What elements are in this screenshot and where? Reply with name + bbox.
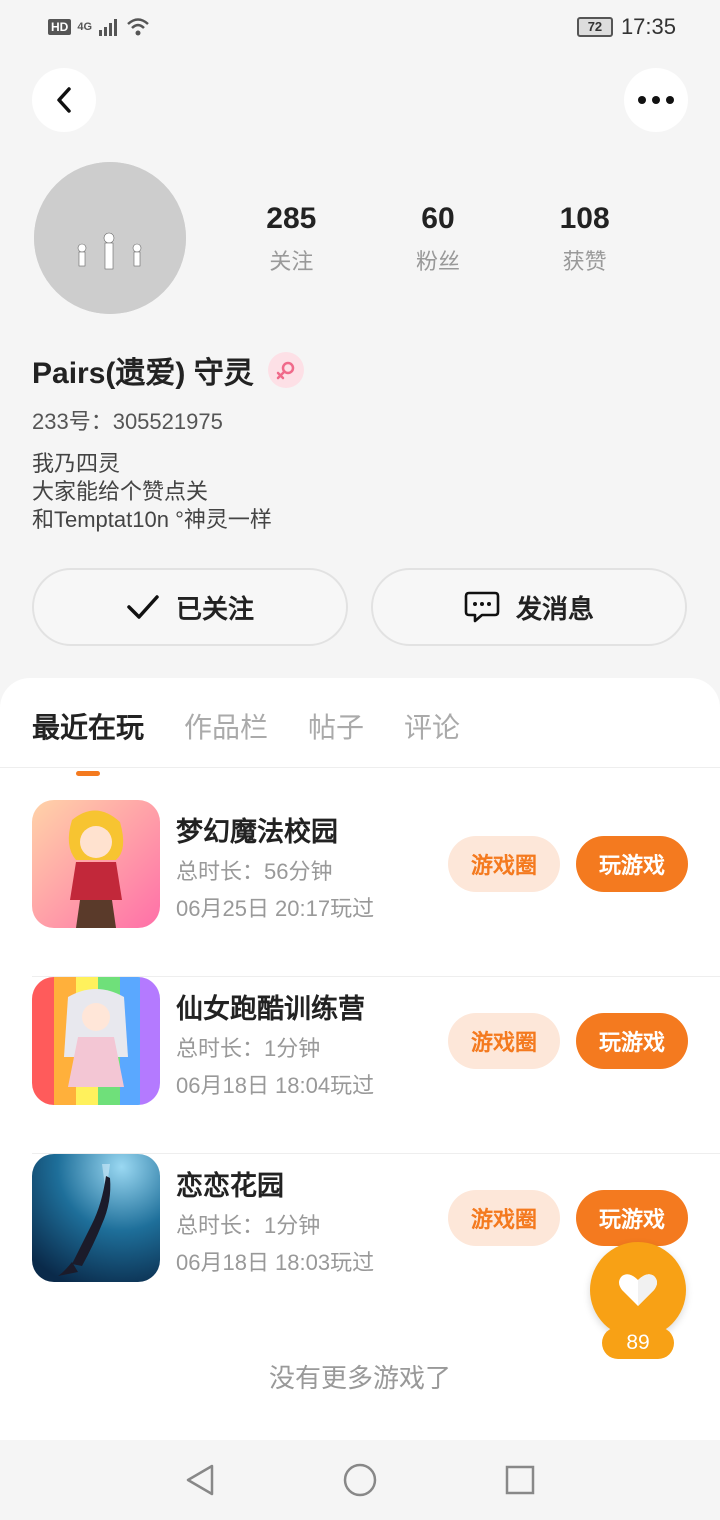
stat-label: 获赞 bbox=[562, 249, 607, 274]
female-gender-icon bbox=[267, 352, 304, 388]
system-nav-bar bbox=[0, 1440, 720, 1520]
chevron-left-icon bbox=[57, 87, 71, 113]
bio-line: 和Temptat10n °神灵一样 bbox=[32, 507, 272, 532]
no-more-games-text: 没有更多游戏了 bbox=[268, 1363, 451, 1393]
bio-line: 我乃四灵 bbox=[32, 451, 121, 476]
avatar[interactable] bbox=[34, 162, 186, 314]
tab-posts[interactable]: 帖子 bbox=[308, 706, 364, 760]
triangle-back-icon bbox=[186, 1464, 214, 1496]
tab-indicator bbox=[76, 771, 100, 776]
more-dots-icon bbox=[638, 96, 674, 104]
bio-line: 大家能给个赞点关 bbox=[32, 479, 209, 504]
back-button[interactable] bbox=[32, 68, 96, 132]
tab-bar: 最近在玩 作品栏 帖子 评论 bbox=[32, 706, 460, 776]
clock: 17:35 bbox=[620, 14, 676, 39]
play-game-button[interactable]: 玩游戏 bbox=[576, 836, 688, 892]
tab-label: 最近在玩 bbox=[32, 712, 145, 743]
profile-stats: 285 关注 60 粉丝 108 获赞 bbox=[218, 202, 658, 276]
tab-label: 评论 bbox=[404, 712, 461, 743]
wifi-icon bbox=[127, 18, 149, 36]
game-item[interactable]: 梦幻魔法校园 总时长：56分钟 06月25日 20:17玩过 游戏圈 玩游戏 bbox=[32, 800, 720, 977]
square-recents-icon bbox=[505, 1465, 535, 1495]
avatar-image bbox=[34, 162, 186, 314]
like-count: 89 bbox=[602, 1327, 674, 1359]
divider bbox=[0, 767, 720, 768]
stat-value: 60 bbox=[421, 202, 455, 235]
stat-value: 285 bbox=[266, 202, 317, 235]
circle-home-icon bbox=[343, 1463, 377, 1497]
game-duration: 总时长：1分钟 bbox=[176, 1036, 321, 1061]
game-circle-button[interactable]: 游戏圈 bbox=[448, 1190, 560, 1246]
game-last-played: 06月25日 20:17玩过 bbox=[176, 896, 375, 921]
follow-button[interactable]: 已关注 bbox=[32, 568, 348, 646]
message-label: 发消息 bbox=[515, 593, 594, 624]
tab-label: 作品栏 bbox=[184, 712, 269, 743]
stat-following[interactable]: 285 关注 bbox=[221, 202, 361, 276]
game-icon[interactable] bbox=[32, 1154, 160, 1282]
nav-recents-button[interactable] bbox=[500, 1460, 540, 1500]
tab-recently-played[interactable]: 最近在玩 bbox=[32, 706, 145, 776]
nav-home-button[interactable] bbox=[340, 1460, 380, 1500]
game-duration: 总时长：56分钟 bbox=[176, 859, 333, 884]
checkmark-icon bbox=[127, 595, 159, 619]
signal-icon bbox=[99, 19, 118, 36]
stat-likes[interactable]: 108 获赞 bbox=[515, 202, 655, 276]
game-last-played: 06月18日 18:03玩过 bbox=[176, 1250, 375, 1275]
game-title: 梦幻魔法校园 bbox=[176, 817, 338, 847]
play-game-button[interactable]: 玩游戏 bbox=[576, 1013, 688, 1069]
game-title: 恋恋花园 bbox=[176, 1171, 284, 1201]
game-item[interactable]: 仙女跑酷训练营 总时长：1分钟 06月18日 18:04玩过 游戏圈 玩游戏 bbox=[32, 977, 720, 1154]
follow-label: 已关注 bbox=[175, 593, 254, 624]
play-game-button[interactable]: 玩游戏 bbox=[576, 1190, 688, 1246]
like-button[interactable] bbox=[590, 1242, 686, 1338]
chat-bubble-icon bbox=[464, 591, 500, 623]
more-button[interactable] bbox=[624, 68, 688, 132]
game-circle-button[interactable]: 游戏圈 bbox=[448, 836, 560, 892]
stat-value: 108 bbox=[559, 202, 610, 235]
username-row: Pairs(遗爱) 守灵 bbox=[32, 348, 304, 392]
game-circle-button[interactable]: 游戏圈 bbox=[448, 1013, 560, 1069]
game-icon[interactable] bbox=[32, 977, 160, 1105]
stat-label: 关注 bbox=[269, 249, 314, 274]
username: Pairs(遗爱) 守灵 bbox=[32, 357, 254, 390]
game-last-played: 06月18日 18:04玩过 bbox=[176, 1073, 375, 1098]
bio: 我乃四灵 大家能给个赞点关 和Temptat10n °神灵一样 bbox=[32, 450, 272, 534]
message-button[interactable]: 发消息 bbox=[371, 568, 687, 646]
stat-followers[interactable]: 60 粉丝 bbox=[368, 202, 508, 276]
user-id: 233号：305521975 bbox=[32, 409, 223, 434]
heart-icon bbox=[619, 1274, 657, 1306]
game-title: 仙女跑酷训练营 bbox=[176, 994, 365, 1024]
game-icon[interactable] bbox=[32, 800, 160, 928]
tab-comments[interactable]: 评论 bbox=[404, 706, 460, 760]
network-indicator: 4G bbox=[77, 21, 93, 33]
tab-label: 帖子 bbox=[308, 712, 365, 743]
tab-works[interactable]: 作品栏 bbox=[184, 706, 268, 760]
nav-back-button[interactable] bbox=[180, 1460, 220, 1500]
stat-label: 粉丝 bbox=[415, 249, 460, 274]
game-duration: 总时长：1分钟 bbox=[176, 1213, 321, 1238]
status-bar: HD 4G 72 17:35 bbox=[0, 0, 720, 58]
battery-indicator: 72 bbox=[576, 17, 613, 37]
hd-indicator: HD bbox=[48, 19, 72, 35]
